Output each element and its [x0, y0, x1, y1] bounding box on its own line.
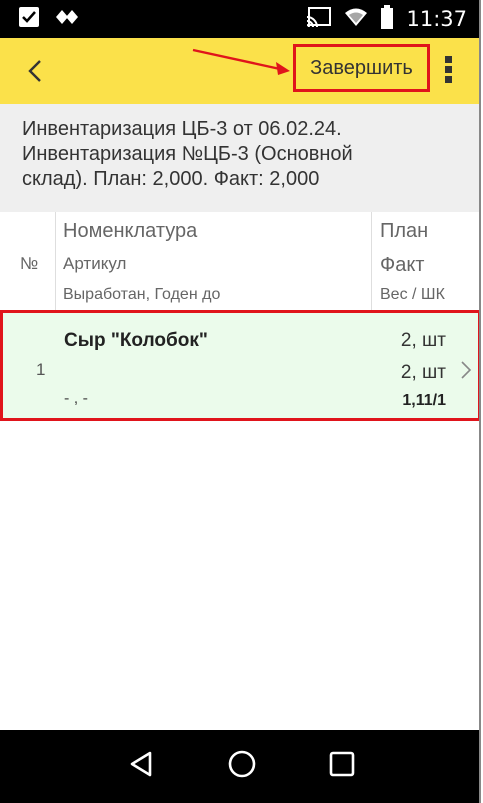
- column-plan: План: [380, 220, 429, 242]
- chevron-right-icon: [460, 360, 472, 385]
- column-num: №: [20, 254, 39, 273]
- row-weight: 1,11/1: [402, 392, 446, 409]
- column-article: Артикул: [63, 254, 127, 273]
- table-header: № Номенклатура Артикул Выработан, Годен …: [0, 212, 479, 311]
- finish-button[interactable]: Завершить: [293, 44, 430, 92]
- status-time: 11:37: [406, 7, 467, 31]
- column-dates: Выработан, Годен до: [63, 286, 221, 303]
- recents-square-icon[interactable]: [328, 750, 356, 783]
- document-title-line: Инвентаризация №ЦБ-3 (Основной: [22, 143, 353, 165]
- app-window: 11:37 Завершить Инвентаризация ЦБ-3 от 0…: [0, 0, 481, 803]
- diamond-icon: [54, 6, 80, 33]
- row-dates: - , -: [64, 390, 88, 407]
- home-circle-icon[interactable]: [227, 749, 257, 784]
- system-nav-bar: [0, 730, 479, 803]
- row-num: 1: [36, 360, 46, 379]
- column-divider: [55, 212, 56, 310]
- more-vertical-icon: [444, 56, 452, 63]
- wifi-icon: [344, 6, 368, 33]
- battery-icon: [380, 4, 394, 34]
- document-title-line: склад). План: 2,000. Факт: 2,000: [22, 168, 320, 190]
- more-options-button[interactable]: [440, 53, 456, 89]
- checkbox-icon: [18, 6, 40, 33]
- back-chevron-icon: [28, 60, 41, 82]
- document-header: Инвентаризация ЦБ-3 от 06.02.24. Инвента…: [0, 104, 479, 212]
- document-title-line: Инвентаризация ЦБ-3 от 06.02.24.: [22, 118, 342, 140]
- cast-icon: [306, 6, 332, 33]
- column-divider: [371, 212, 372, 310]
- back-button[interactable]: [20, 56, 50, 86]
- row-plan: 2, шт: [400, 330, 446, 351]
- column-nomenclature: Номенклатура: [63, 220, 198, 242]
- status-bar: 11:37: [0, 0, 479, 38]
- row-name: Сыр "Колобок": [64, 330, 208, 351]
- column-fact: Факт: [380, 254, 425, 276]
- table-row[interactable]: 1 Сыр "Колобок" - , - 2, шт 2, шт 1,11/1: [0, 310, 479, 421]
- column-weight: Вес / ШК: [380, 286, 445, 303]
- back-triangle-icon[interactable]: [126, 749, 156, 784]
- row-fact: 2, шт: [400, 362, 446, 383]
